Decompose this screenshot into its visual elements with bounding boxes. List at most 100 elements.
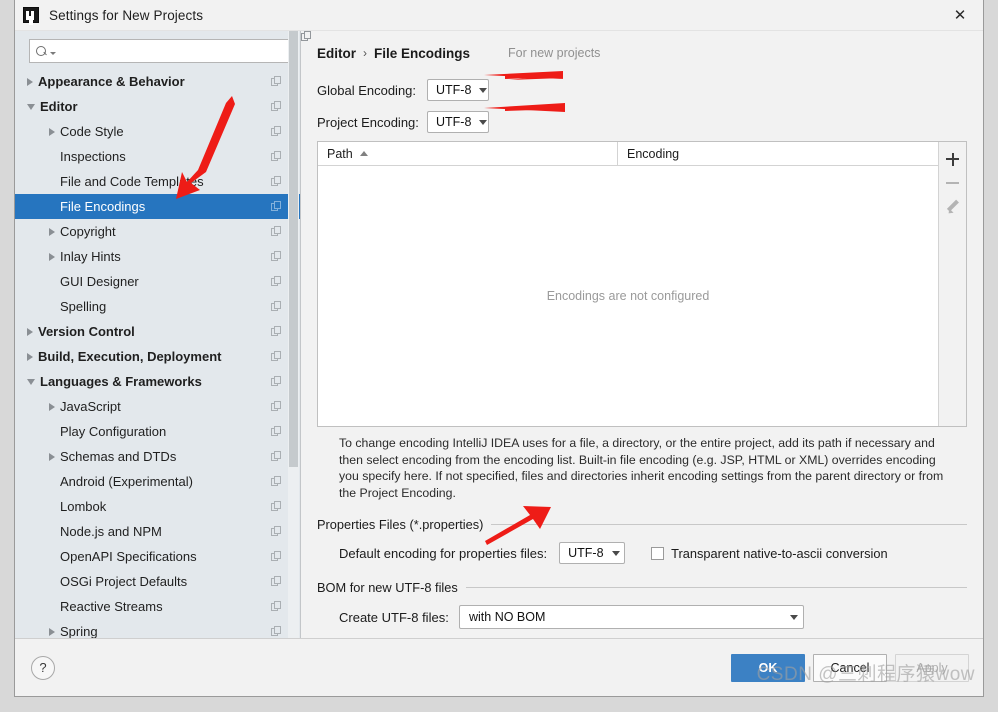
chevron-right-icon[interactable] xyxy=(49,127,55,136)
copy-icon[interactable] xyxy=(271,576,282,587)
copy-icon[interactable] xyxy=(271,476,282,487)
chevron-right-icon[interactable] xyxy=(27,352,33,361)
sidebar-scrollbar-track[interactable] xyxy=(288,31,299,638)
sidebar-item-osgi-project-defaults[interactable]: OSGi Project Defaults xyxy=(15,569,300,594)
copy-icon[interactable] xyxy=(271,301,282,312)
create-utf8-files-select[interactable]: with NO BOM xyxy=(459,605,804,629)
copy-icon[interactable] xyxy=(271,126,282,137)
chevron-down-icon[interactable] xyxy=(27,378,35,385)
copy-icon[interactable] xyxy=(271,226,282,237)
copy-icon[interactable] xyxy=(271,76,282,87)
sidebar-item-javascript[interactable]: JavaScript xyxy=(15,394,300,419)
sidebar-item-spring[interactable]: Spring xyxy=(15,619,300,638)
copy-icon[interactable] xyxy=(271,601,282,612)
sidebar-item-label: File and Code Templates xyxy=(60,174,204,189)
copy-icon[interactable] xyxy=(271,426,282,437)
sidebar-item-copyright[interactable]: Copyright xyxy=(15,219,300,244)
sidebar-item-file-and-code-templates[interactable]: File and Code Templates xyxy=(15,169,300,194)
chevron-down-icon xyxy=(790,614,798,620)
chevron-right-icon[interactable] xyxy=(49,627,55,636)
copy-icon[interactable] xyxy=(271,276,282,287)
chevron-right-icon[interactable] xyxy=(49,252,55,261)
chevron-right-icon[interactable] xyxy=(49,402,55,411)
copy-icon[interactable] xyxy=(271,351,282,362)
bom-section: BOM for new UTF-8 files Create UTF-8 fil… xyxy=(317,580,967,638)
sidebar-item-android-experimental[interactable]: Android (Experimental) xyxy=(15,469,300,494)
chevron-right-icon[interactable] xyxy=(49,452,55,461)
add-encoding-button[interactable] xyxy=(941,147,965,171)
sidebar-item-label: Copyright xyxy=(60,224,116,239)
properties-files-section-body: Default encoding for properties files: U… xyxy=(317,532,967,564)
sidebar-item-label: Version Control xyxy=(38,324,135,339)
breadcrumb: Editor › File Encodings For new projects xyxy=(301,31,967,63)
column-header-encoding[interactable]: Encoding xyxy=(618,142,938,165)
cancel-button[interactable]: Cancel xyxy=(813,653,887,682)
copy-icon[interactable] xyxy=(271,526,282,537)
copy-icon[interactable] xyxy=(271,451,282,462)
sidebar-item-label: Editor xyxy=(40,99,78,114)
sidebar-item-node-js-and-npm[interactable]: Node.js and NPM xyxy=(15,519,300,544)
sidebar-item-inspections[interactable]: Inspections xyxy=(15,144,300,169)
copy-icon[interactable] xyxy=(271,376,282,387)
copy-icon[interactable] xyxy=(271,101,282,112)
sidebar-item-label: Schemas and DTDs xyxy=(60,449,177,464)
encodings-description: To change encoding IntelliJ IDEA uses fo… xyxy=(339,436,944,500)
window-title: Settings for New Projects xyxy=(49,7,204,23)
sidebar-item-lombok[interactable]: Lombok xyxy=(15,494,300,519)
sidebar-item-version-control[interactable]: Version Control xyxy=(15,319,300,344)
chevron-right-icon[interactable] xyxy=(49,227,55,236)
copy-icon[interactable] xyxy=(271,176,282,187)
project-encoding-select[interactable]: UTF-8 xyxy=(427,111,489,133)
close-icon[interactable]: ✕ xyxy=(937,0,983,30)
sidebar-item-label: Inlay Hints xyxy=(60,249,121,264)
settings-tree[interactable]: Appearance & Behavior Editor Code Style Ins… xyxy=(15,69,300,638)
sidebar-item-label: JavaScript xyxy=(60,399,121,414)
properties-files-section-header: Properties Files (*.properties) xyxy=(317,517,967,532)
sidebar-item-editor[interactable]: Editor xyxy=(15,94,300,119)
breadcrumb-separator: › xyxy=(363,46,367,60)
search-container xyxy=(15,31,300,69)
properties-files-section: Properties Files (*.properties) Default … xyxy=(317,517,967,564)
sidebar-item-languages-frameworks[interactable]: Languages & Frameworks xyxy=(15,369,300,394)
sidebar-item-schemas-and-dtds[interactable]: Schemas and DTDs xyxy=(15,444,300,469)
sidebar-item-appearance-behavior[interactable]: Appearance & Behavior xyxy=(15,69,300,94)
breadcrumb-parent[interactable]: Editor xyxy=(317,46,356,61)
copy-icon[interactable] xyxy=(271,326,282,337)
copy-icon[interactable] xyxy=(271,251,282,262)
copy-icon[interactable] xyxy=(271,501,282,512)
copy-icon[interactable] xyxy=(271,626,282,637)
copy-icon[interactable] xyxy=(271,151,282,162)
encodings-table-toolbar xyxy=(938,142,966,426)
global-encoding-select[interactable]: UTF-8 xyxy=(427,79,489,101)
sidebar-item-play-configuration[interactable]: Play Configuration xyxy=(15,419,300,444)
title-bar: Settings for New Projects ✕ xyxy=(15,0,983,31)
sidebar-item-spelling[interactable]: Spelling xyxy=(15,294,300,319)
sidebar-item-label: Code Style xyxy=(60,124,124,139)
ok-button[interactable]: OK xyxy=(731,653,805,682)
help-button[interactable]: ? xyxy=(31,655,55,680)
copy-icon[interactable] xyxy=(271,201,282,212)
encodings-table-body[interactable]: Encodings are not configured xyxy=(318,166,938,426)
search-box[interactable] xyxy=(29,39,292,63)
sidebar-item-openapi-specifications[interactable]: OpenAPI Specifications xyxy=(15,544,300,569)
chevron-right-icon[interactable] xyxy=(27,327,33,336)
sidebar-item-code-style[interactable]: Code Style xyxy=(15,119,300,144)
sidebar-item-build-execution-deployment[interactable]: Build, Execution, Deployment xyxy=(15,344,300,369)
sidebar-item-reactive-streams[interactable]: Reactive Streams xyxy=(15,594,300,619)
sidebar-item-inlay-hints[interactable]: Inlay Hints xyxy=(15,244,300,269)
sidebar-item-file-encodings[interactable]: File Encodings xyxy=(15,194,300,219)
copy-icon[interactable] xyxy=(271,401,282,412)
sidebar-item-label: Reactive Streams xyxy=(60,599,163,614)
encodings-table-main: Path Encoding Encodings are not configur… xyxy=(318,142,938,426)
chevron-down-icon[interactable] xyxy=(27,103,35,110)
chevron-right-icon[interactable] xyxy=(27,77,33,86)
sidebar-item-label: OSGi Project Defaults xyxy=(60,574,188,589)
copy-icon[interactable] xyxy=(271,551,282,562)
sidebar-item-gui-designer[interactable]: GUI Designer xyxy=(15,269,300,294)
sidebar-item-label: Build, Execution, Deployment xyxy=(38,349,222,364)
sidebar-scrollbar-thumb[interactable] xyxy=(289,31,298,467)
transparent-native-to-ascii-checkbox[interactable] xyxy=(651,546,665,560)
properties-encoding-select[interactable]: UTF-8 xyxy=(559,542,626,564)
create-utf8-files-label: Create UTF-8 files: xyxy=(339,609,449,625)
column-header-path[interactable]: Path xyxy=(318,142,618,165)
